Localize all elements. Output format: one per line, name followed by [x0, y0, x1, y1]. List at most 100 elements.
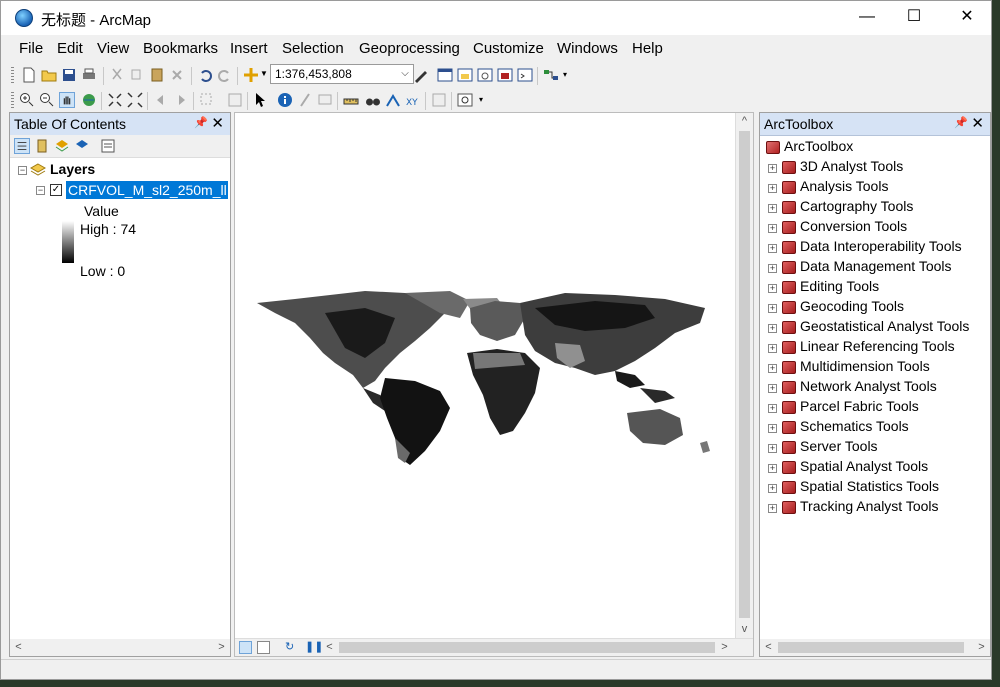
- horizontal-scroll-thumb[interactable]: [339, 642, 715, 653]
- layer-collapse-icon[interactable]: −: [36, 186, 45, 195]
- arctoolbox-root-label[interactable]: ArcToolbox: [784, 138, 853, 154]
- map-display-area[interactable]: ^ v ↻ ❚❚ < >: [234, 112, 754, 657]
- expand-icon[interactable]: +: [768, 284, 777, 293]
- scroll-right-icon[interactable]: >: [716, 639, 733, 656]
- toolbox-item[interactable]: Parcel Fabric Tools: [800, 398, 919, 414]
- scroll-right-icon[interactable]: >: [213, 639, 230, 656]
- menu-bookmarks[interactable]: Bookmarks: [143, 40, 218, 57]
- expand-icon[interactable]: +: [768, 244, 777, 253]
- identify-icon[interactable]: [277, 92, 293, 108]
- pan-hand-icon[interactable]: [59, 92, 75, 108]
- toolbox-item[interactable]: Linear Referencing Tools: [800, 338, 955, 354]
- expand-icon[interactable]: +: [768, 224, 777, 233]
- toolbox-item[interactable]: Server Tools: [800, 438, 878, 454]
- measure-ruler-icon[interactable]: [343, 92, 359, 108]
- cut-icon[interactable]: [109, 67, 125, 83]
- menu-view[interactable]: View: [97, 40, 129, 57]
- menu-insert[interactable]: Insert: [230, 40, 268, 57]
- maximize-button[interactable]: ☐: [891, 1, 937, 33]
- scroll-up-icon[interactable]: ^: [736, 113, 753, 130]
- add-data-icon[interactable]: [243, 67, 259, 83]
- go-back-icon[interactable]: [153, 92, 169, 108]
- chevron-down-icon[interactable]: ⌵: [397, 65, 413, 83]
- expand-icon[interactable]: +: [768, 324, 777, 333]
- map-scale-combobox[interactable]: 1:376,453,808 ⌵: [270, 64, 414, 84]
- minimize-button[interactable]: —: [844, 1, 890, 33]
- paste-icon[interactable]: [149, 67, 165, 83]
- close-icon[interactable]: ✕: [211, 114, 224, 132]
- expand-icon[interactable]: +: [768, 424, 777, 433]
- menu-customize[interactable]: Customize: [473, 40, 544, 57]
- pin-icon[interactable]: 📌: [194, 116, 208, 129]
- toolbar-options-icon[interactable]: ▾: [479, 95, 483, 104]
- menu-file[interactable]: File: [19, 40, 43, 57]
- expand-icon[interactable]: +: [768, 344, 777, 353]
- toolbox-item[interactable]: Analysis Tools: [800, 178, 888, 194]
- find-binoculars-icon[interactable]: [365, 92, 381, 108]
- full-extent-globe-icon[interactable]: [81, 92, 97, 108]
- new-document-icon[interactable]: [21, 67, 37, 83]
- toolbox-item[interactable]: Data Management Tools: [800, 258, 952, 274]
- toolbox-item[interactable]: Spatial Analyst Tools: [800, 458, 928, 474]
- menu-edit[interactable]: Edit: [57, 40, 83, 57]
- expand-icon[interactable]: +: [768, 264, 777, 273]
- toolbox-item[interactable]: Conversion Tools: [800, 218, 907, 234]
- layout-view-icon[interactable]: [257, 641, 270, 654]
- time-slider-icon[interactable]: [431, 92, 447, 108]
- go-to-xy-icon[interactable]: XY: [405, 92, 421, 108]
- select-by-rectangle-icon[interactable]: [199, 92, 215, 108]
- expand-icon[interactable]: +: [768, 184, 777, 193]
- add-data-dropdown-icon[interactable]: ▼: [260, 69, 268, 78]
- fixed-zoom-out-icon[interactable]: [127, 92, 143, 108]
- menu-selection[interactable]: Selection: [282, 40, 344, 57]
- toolbox-item[interactable]: Cartography Tools: [800, 198, 913, 214]
- list-by-drawing-order-icon[interactable]: [14, 138, 30, 154]
- expand-icon[interactable]: +: [768, 504, 777, 513]
- redo-icon[interactable]: [217, 67, 233, 83]
- refresh-icon[interactable]: ↻: [285, 640, 294, 653]
- toolbox-horizontal-scrollbar[interactable]: < >: [760, 639, 990, 656]
- select-elements-arrow-icon[interactable]: [253, 92, 269, 108]
- hyperlink-icon[interactable]: [297, 92, 313, 108]
- fixed-zoom-in-icon[interactable]: [107, 92, 123, 108]
- close-icon[interactable]: ✕: [971, 114, 984, 132]
- undo-icon[interactable]: [197, 67, 213, 83]
- close-window-button[interactable]: ✕: [944, 1, 990, 33]
- copy-icon[interactable]: [129, 67, 145, 83]
- toolbox-item[interactable]: Tracking Analyst Tools: [800, 498, 939, 514]
- map-vertical-scrollbar[interactable]: ^ v: [735, 113, 753, 638]
- create-viewer-window-icon[interactable]: [457, 92, 473, 108]
- menu-windows[interactable]: Windows: [557, 40, 618, 57]
- scroll-left-icon[interactable]: <: [321, 639, 338, 656]
- toc-options-icon[interactable]: [100, 138, 116, 154]
- list-by-source-icon[interactable]: [34, 138, 50, 154]
- save-icon[interactable]: [61, 67, 77, 83]
- menu-help[interactable]: Help: [632, 40, 663, 57]
- scroll-left-icon[interactable]: <: [760, 639, 777, 656]
- delete-icon[interactable]: [169, 67, 185, 83]
- toolbar-options-icon[interactable]: ▾: [563, 70, 567, 79]
- html-popup-icon[interactable]: [317, 92, 333, 108]
- toolbox-item[interactable]: Multidimension Tools: [800, 358, 930, 374]
- search-window-icon[interactable]: [477, 67, 493, 83]
- go-forward-icon[interactable]: [173, 92, 189, 108]
- expand-icon[interactable]: +: [768, 384, 777, 393]
- editor-toolbar-icon[interactable]: [413, 67, 429, 83]
- list-by-visibility-icon[interactable]: [54, 138, 70, 154]
- toolbox-item[interactable]: Network Analyst Tools: [800, 378, 937, 394]
- horizontal-scroll-thumb[interactable]: [778, 642, 964, 653]
- data-view-icon[interactable]: [239, 641, 252, 654]
- scroll-down-icon[interactable]: v: [736, 621, 753, 638]
- toolbox-item[interactable]: Spatial Statistics Tools: [800, 478, 939, 494]
- toolbox-item[interactable]: Geocoding Tools: [800, 298, 904, 314]
- expand-icon[interactable]: +: [768, 404, 777, 413]
- expand-icon[interactable]: +: [768, 464, 777, 473]
- expand-icon[interactable]: +: [768, 484, 777, 493]
- python-window-icon[interactable]: [517, 67, 533, 83]
- clear-selection-icon[interactable]: [227, 92, 243, 108]
- toolbox-item[interactable]: Data Interoperability Tools: [800, 238, 962, 254]
- arctoolbox-window-icon[interactable]: [497, 67, 513, 83]
- expand-icon[interactable]: +: [768, 304, 777, 313]
- open-folder-icon[interactable]: [41, 67, 57, 83]
- scroll-right-icon[interactable]: >: [973, 639, 990, 656]
